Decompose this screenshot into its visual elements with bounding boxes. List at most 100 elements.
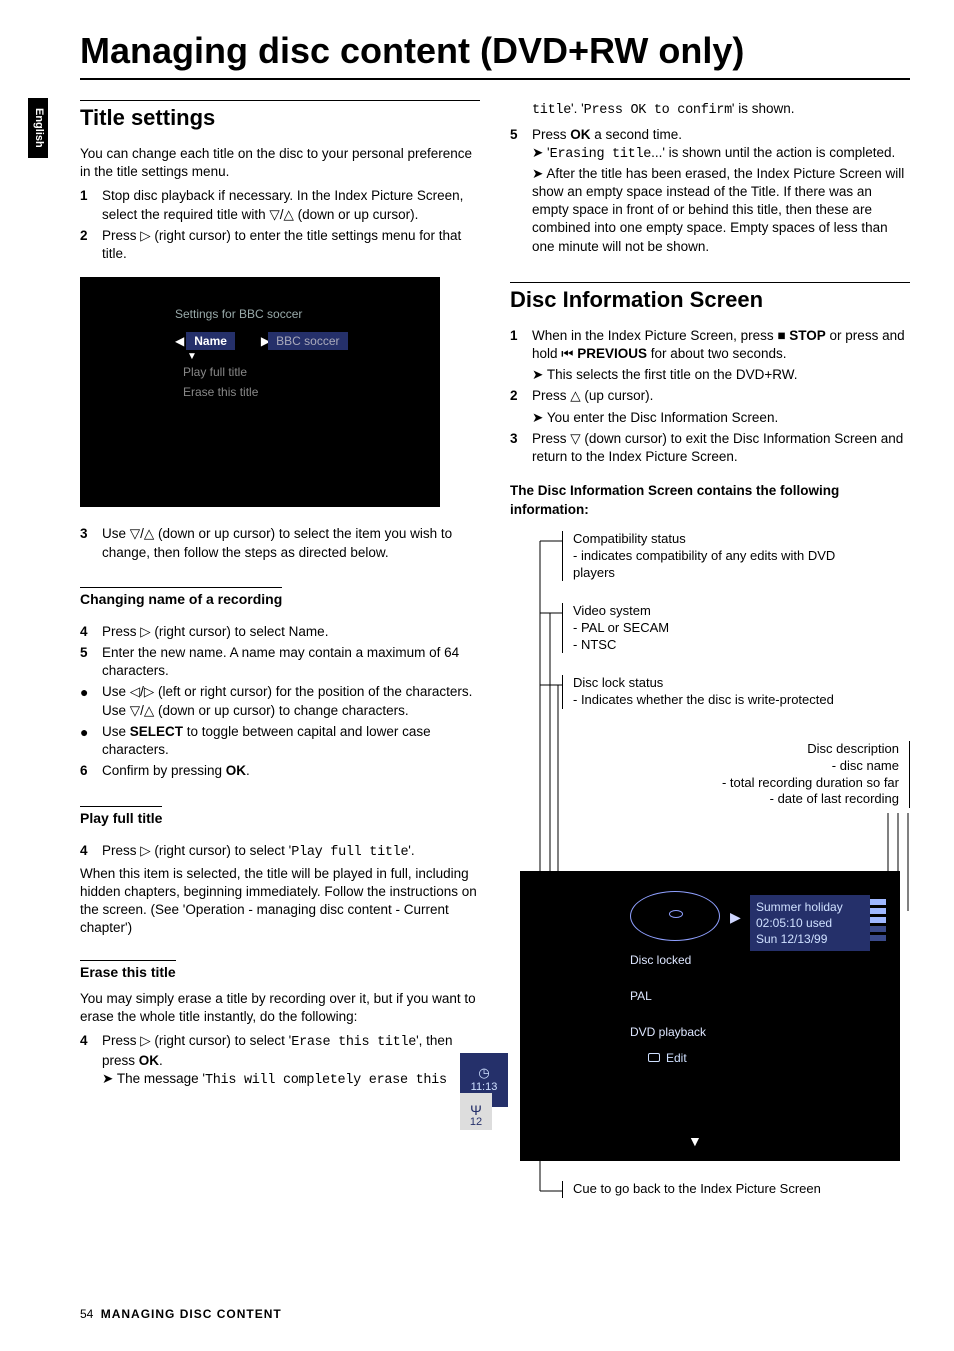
ok-key: OK	[139, 1053, 159, 1068]
footer-title: MANAGING DISC CONTENT	[101, 1307, 282, 1321]
txt: ...' is shown until the action is comple…	[651, 145, 895, 160]
disc-info-diagram: Compatibility status - indicates compati…	[510, 531, 910, 1251]
select-key: SELECT	[130, 724, 183, 739]
step-number: 3	[80, 525, 102, 561]
pal-label: PAL	[630, 989, 652, 1003]
txt: .	[246, 763, 250, 778]
settings-row-play: Play full title	[175, 363, 255, 381]
erase-continuation: title'. 'Press OK to confirm' is shown.	[532, 100, 910, 120]
txt: Use	[102, 724, 130, 739]
edit-label: Edit	[666, 1051, 687, 1065]
page-title: Managing disc content (DVD+RW only)	[80, 30, 910, 80]
page-number: 54	[80, 1307, 93, 1321]
down-arrow-icon: ▼	[187, 351, 430, 362]
step-text: Press ▷ (right cursor) to enter the titl…	[102, 227, 480, 263]
step-text: Stop disc playback if necessary. In the …	[102, 187, 480, 223]
edit-row: Edit	[648, 1051, 687, 1065]
settings-header: Settings for BBC soccer	[175, 307, 430, 321]
disc-icon	[630, 891, 720, 941]
step-text: Use ▽/△ (down or up cursor) to select th…	[102, 525, 480, 561]
step-text: Press ▷ (right cursor) to select 'Play f…	[102, 842, 480, 862]
dvd-playback-label: DVD playback	[630, 1025, 706, 1039]
step-number: 3	[510, 430, 532, 466]
txt: .	[159, 1053, 163, 1068]
callout-desc: Cue to go back to the Index Picture Scre…	[573, 1181, 821, 1196]
step-text: When in the Index Picture Screen, press …	[532, 327, 910, 363]
callout-cue-back: Cue to go back to the Index Picture Scre…	[562, 1181, 862, 1198]
disc-description-box: Summer holiday 02:05:10 used Sun 12/13/9…	[750, 895, 870, 952]
txt: ➤ The message '	[102, 1071, 205, 1086]
txt: ' is shown.	[732, 101, 795, 116]
ok-key: OK	[226, 763, 246, 778]
onscreen-text: This will completely erase this	[205, 1073, 447, 1088]
right-arrow-icon: ▶	[730, 909, 741, 926]
tuner-channel: 12	[470, 1116, 482, 1128]
erase-intro: You may simply erase a title by recordin…	[80, 990, 480, 1026]
step-text: Press ▷ (right cursor) to select 'Erase …	[102, 1032, 480, 1091]
step-number: 1	[510, 327, 532, 363]
step-text: Confirm by pressing OK.	[102, 762, 480, 780]
subhead-erase-title: Erase this title	[80, 960, 176, 980]
step-text: Use SELECT to toggle between capital and…	[102, 723, 480, 759]
step-result: ➤ You enter the Disc Information Screen.	[532, 409, 910, 427]
down-cue-icon: ▼	[688, 1133, 702, 1149]
antenna-icon: Ψ	[462, 1105, 490, 1116]
step-text: Press ▽ (down cursor) to exit the Disc I…	[532, 430, 910, 466]
tuner-badge: Ψ 12	[460, 1093, 492, 1130]
step-text: Enter the new name. A name may contain a…	[102, 644, 480, 680]
onscreen-text: Play full title	[291, 845, 408, 860]
disc-locked-label: Disc locked	[630, 953, 691, 967]
step-number: 6	[80, 762, 102, 780]
step-result: ➤ This selects the first title on the DV…	[532, 366, 910, 384]
disc-info-subhead: The Disc Information Screen contains the…	[510, 482, 910, 518]
step-number: 4	[80, 842, 102, 862]
subhead-changing-name: Changing name of a recording	[80, 587, 282, 607]
txt: Press	[532, 127, 570, 142]
stop-key: STOP	[789, 328, 826, 343]
step-blank	[510, 409, 532, 427]
step-number: 4	[80, 623, 102, 641]
step-number: 4	[80, 1032, 102, 1091]
edit-icon	[648, 1053, 660, 1062]
step-number: 5	[510, 126, 532, 256]
title-settings-intro: You can change each title on the disc to…	[80, 145, 480, 181]
step-blank	[510, 366, 532, 384]
onscreen-text: Erasing title	[550, 147, 651, 162]
step-text: Press △ (up cursor).	[532, 387, 910, 405]
step-number: 5	[80, 644, 102, 680]
txt: '. '	[571, 101, 584, 116]
section-title-settings: Title settings	[80, 100, 480, 131]
step-number: 2	[80, 227, 102, 263]
disc-date: Sun 12/13/99	[756, 931, 864, 947]
txt: a second time.	[591, 127, 683, 142]
txt: for about two seconds.	[647, 346, 787, 361]
ok-key: OK	[570, 127, 590, 142]
play-full-body: When this item is selected, the title wi…	[80, 865, 480, 938]
section-disc-info: Disc Information Screen	[510, 282, 910, 313]
txt: Confirm by pressing	[102, 763, 226, 778]
clock-icon: ◷	[462, 1065, 506, 1081]
onscreen-text: title	[532, 103, 571, 118]
settings-row-name: Name	[186, 332, 235, 350]
txt: Press ▷ (right cursor) to select '	[102, 1033, 291, 1048]
txt: ➤ '	[532, 145, 550, 160]
subhead-play-full-title: Play full title	[80, 806, 162, 826]
step-number: 2	[510, 387, 532, 405]
capacity-bars	[870, 899, 886, 944]
settings-value: BBC soccer	[268, 332, 347, 350]
disc-info-screen-mockup: ◷ 11:13 pm Ψ 12 ▶ Summer holiday 02:05:1…	[520, 871, 900, 1161]
txt: ➤ After the title has been erased, the I…	[532, 166, 904, 254]
disc-name: Summer holiday	[756, 899, 864, 915]
onscreen-text: Press OK to confirm	[584, 103, 732, 118]
disc-duration: 02:05:10 used	[756, 915, 864, 931]
settings-screen-mockup: Settings for BBC soccer ◀ Name ▶ BBC soc…	[80, 277, 440, 507]
onscreen-text: Erase this title	[291, 1035, 416, 1050]
txt: Press ▷ (right cursor) to select '	[102, 843, 291, 858]
previous-key: PREVIOUS	[577, 346, 647, 361]
txt: When in the Index Picture Screen, press …	[532, 328, 789, 343]
step-number: 1	[80, 187, 102, 223]
page-footer: 54 MANAGING DISC CONTENT	[80, 1307, 282, 1321]
settings-row-erase: Erase this title	[175, 383, 266, 401]
bullet-icon: ●	[80, 723, 102, 759]
bullet-icon: ●	[80, 683, 102, 719]
